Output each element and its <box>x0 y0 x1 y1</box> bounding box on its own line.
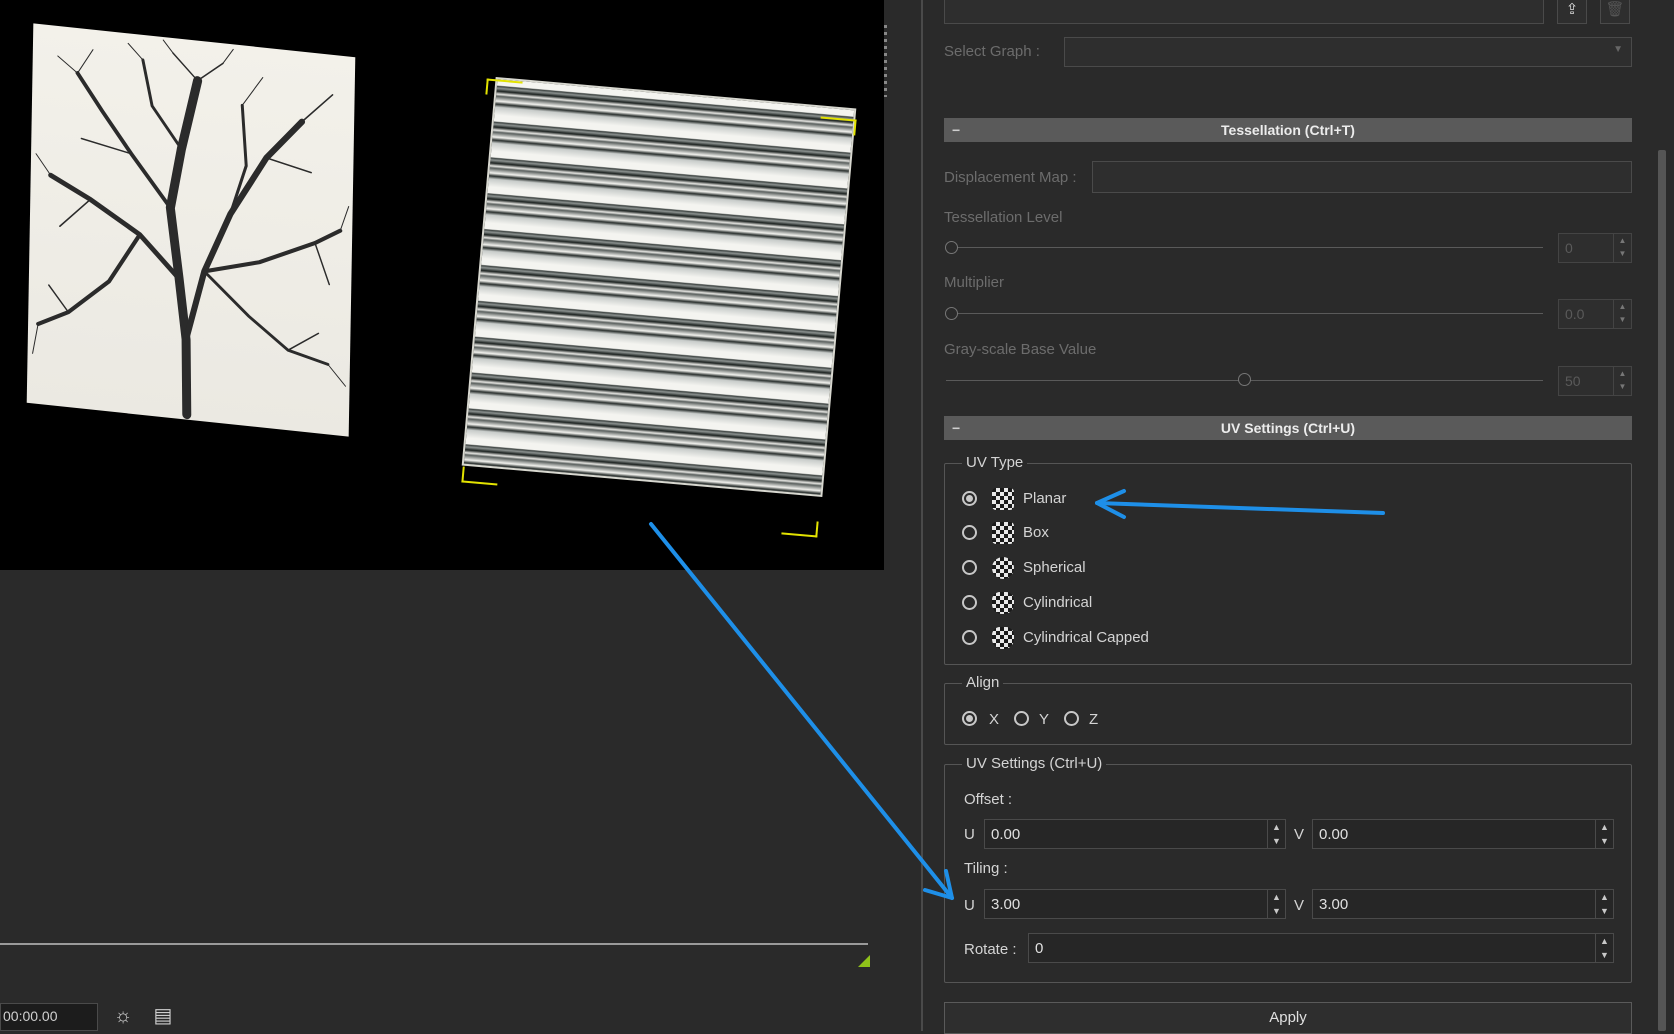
collapse-icon[interactable]: − <box>952 118 960 142</box>
radio-button[interactable] <box>962 560 977 575</box>
time-display[interactable]: 00:00.00 <box>0 1003 98 1031</box>
align-title: Align <box>962 674 1004 691</box>
offset-u-field[interactable]: 0.00 ▲ ▼ <box>984 819 1286 849</box>
timeline-end-marker[interactable] <box>858 955 870 967</box>
spinner-arrows-icon[interactable]: ▲ ▼ <box>1595 820 1613 848</box>
tree-texture-plane[interactable] <box>26 23 356 437</box>
spinner-arrows-icon[interactable]: ▲ ▼ <box>1595 934 1613 962</box>
offset-v-label: V <box>1294 826 1305 843</box>
align-option-x[interactable]: X <box>962 709 1002 729</box>
grayscale-spinner[interactable]: 50 ▲ ▼ <box>1558 366 1632 396</box>
radio-button[interactable] <box>962 491 977 506</box>
multiplier-label: Multiplier <box>944 274 1005 291</box>
collapse-icon[interactable]: − <box>952 416 960 440</box>
trash-icon[interactable]: 🗑 <box>1600 0 1630 24</box>
cylindrical-capped-icon <box>992 627 1014 649</box>
apply-button[interactable]: Apply <box>944 1002 1632 1034</box>
radio-button[interactable] <box>1014 711 1029 726</box>
spinner-arrows-icon[interactable]: ▲ ▼ <box>1267 890 1285 918</box>
multiplier-spinner[interactable]: 0.0 ▲ ▼ <box>1558 299 1632 329</box>
displacement-map-field[interactable] <box>1092 161 1632 193</box>
uv-type-option-cylindrical[interactable]: Cylindrical <box>962 592 1202 614</box>
rotate-label: Rotate : <box>964 941 1017 958</box>
slider-knob[interactable] <box>945 307 958 320</box>
option-label: Z <box>1089 711 1099 728</box>
option-label: Planar <box>1023 490 1067 507</box>
option-label: Cylindrical Capped <box>1023 629 1149 646</box>
select-graph-dropdown[interactable]: ▼ <box>1064 37 1632 67</box>
radio-button[interactable] <box>962 595 977 610</box>
radio-button[interactable] <box>962 630 977 645</box>
spinner-arrows-icon[interactable]: ▲ ▼ <box>1613 300 1631 328</box>
uv-type-option-spherical[interactable]: Spherical <box>962 557 1202 579</box>
radio-button[interactable] <box>1064 711 1079 726</box>
slider-knob[interactable] <box>1238 373 1251 386</box>
tessellation-level-spinner[interactable]: 0 ▲ ▼ <box>1558 233 1632 263</box>
cylindrical-icon <box>992 592 1014 614</box>
option-label: Spherical <box>1023 559 1086 576</box>
uv-settings-title: UV Settings (Ctrl+U) <box>1220 420 1356 436</box>
stripe-texture-plane[interactable] <box>461 76 857 498</box>
tiling-u-label: U <box>964 897 975 914</box>
panel-divider[interactable] <box>921 0 923 1031</box>
selection-corner <box>819 116 857 136</box>
option-label: Box <box>1023 524 1049 541</box>
arrow-to-tiling <box>649 522 954 900</box>
spherical-icon <box>992 557 1014 579</box>
spinner-arrows-icon[interactable]: ▲ ▼ <box>1267 820 1285 848</box>
slider-knob[interactable] <box>945 241 958 254</box>
spinner-arrows-icon[interactable]: ▲ ▼ <box>1613 367 1631 395</box>
tessellation-level-slider[interactable] <box>951 247 1543 248</box>
texture-path-field[interactable] <box>944 0 1544 24</box>
selection-corner <box>461 466 499 486</box>
align-option-z[interactable]: Z <box>1064 709 1104 729</box>
panel-scrollbar[interactable] <box>1658 150 1666 1031</box>
planar-icon <box>992 488 1014 510</box>
option-label: X <box>989 711 1000 728</box>
drag-handle[interactable] <box>884 25 887 97</box>
option-label: Cylindrical <box>1023 594 1093 611</box>
grayscale-base-label: Gray-scale Base Value <box>944 341 1097 358</box>
tessellation-level-label: Tessellation Level <box>944 209 1063 226</box>
selection-corner <box>485 78 523 98</box>
offset-v-field[interactable]: 0.00 ▲ ▼ <box>1312 819 1614 849</box>
load-icon[interactable]: ⇪ <box>1557 0 1587 24</box>
timeline-track[interactable] <box>0 943 868 945</box>
uv-type-title: UV Type <box>962 454 1028 471</box>
box-icon <box>992 522 1014 544</box>
tessellation-header[interactable]: − Tessellation (Ctrl+T) <box>944 118 1632 142</box>
tree-image <box>32 39 350 420</box>
uv-settings-header[interactable]: − UV Settings (Ctrl+U) <box>944 416 1632 440</box>
displacement-map-label: Displacement Map : <box>944 169 1077 186</box>
tiling-u-field[interactable]: 3.00 ▲ ▼ <box>984 889 1286 919</box>
rotate-field[interactable]: 0 ▲ ▼ <box>1028 933 1614 963</box>
layout-icon[interactable]: ▤ <box>150 1004 176 1028</box>
multiplier-slider[interactable] <box>951 313 1543 314</box>
uv-type-option-cylindrical-capped[interactable]: Cylindrical Capped <box>962 627 1202 649</box>
select-graph-label: Select Graph : <box>944 43 1040 60</box>
spinner-arrows-icon[interactable]: ▲ ▼ <box>1613 234 1631 262</box>
spinner-arrows-icon[interactable]: ▲ ▼ <box>1595 890 1613 918</box>
3d-viewport[interactable] <box>0 0 884 570</box>
uv-transform-title: UV Settings (Ctrl+U) <box>962 755 1107 772</box>
tiling-label: Tiling : <box>964 860 1008 877</box>
sun-icon[interactable]: ☼ <box>110 1004 136 1028</box>
selection-corner <box>781 518 819 538</box>
tiling-v-label: V <box>1294 897 1305 914</box>
align-option-y[interactable]: Y <box>1014 709 1054 729</box>
option-label: Y <box>1039 711 1050 728</box>
radio-button[interactable] <box>962 711 977 726</box>
chevron-down-icon: ▼ <box>1613 44 1623 55</box>
tessellation-title: Tessellation (Ctrl+T) <box>1221 122 1355 138</box>
offset-u-label: U <box>964 826 975 843</box>
uv-type-option-box[interactable]: Box <box>962 522 1202 544</box>
tiling-v-field[interactable]: 3.00 ▲ ▼ <box>1312 889 1614 919</box>
offset-label: Offset : <box>964 791 1013 808</box>
radio-button[interactable] <box>962 525 977 540</box>
uv-type-option-planar[interactable]: Planar <box>962 488 1202 510</box>
